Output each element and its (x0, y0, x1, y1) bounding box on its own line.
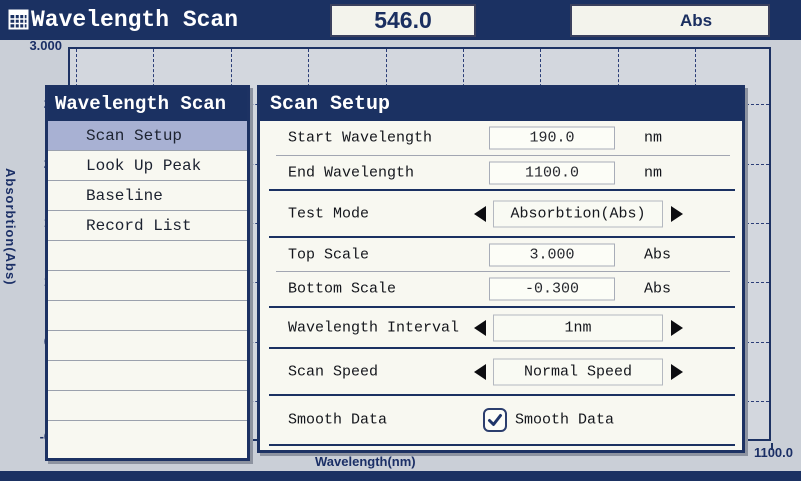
bottom-scale-label: Bottom Scale (288, 281, 396, 298)
scan-speed-label: Scan Speed (288, 363, 378, 380)
test-mode-prev-arrow-icon[interactable] (474, 206, 486, 222)
scan-speed-row: Scan Speed Normal Speed (260, 349, 742, 394)
end-wavelength-label: End Wavelength (288, 164, 414, 181)
start-wavelength-row: Start Wavelength 190.0 nm (260, 121, 742, 155)
interval-prev-arrow-icon[interactable] (474, 320, 486, 336)
menu-item-baseline[interactable]: Baseline (48, 181, 247, 211)
y-tick-label: 3.000 (0, 39, 62, 53)
setup-panel-title: Scan Setup (260, 88, 742, 121)
instrument-screen: Absorbtion(Abs) 3.000 2.5 2.0 1.5 1.0 0.… (0, 0, 801, 481)
menu-empty-row (48, 301, 247, 331)
wavelength-scan-menu-panel: Wavelength Scan Scan Setup Look Up Peak … (45, 85, 250, 461)
scan-speed-next-arrow-icon[interactable] (671, 364, 683, 380)
wavelength-interval-label: Wavelength Interval (288, 319, 459, 336)
smooth-data-checkbox-label: Smooth Data (515, 412, 614, 429)
bottom-scale-row: Bottom Scale -0.300 Abs (260, 272, 742, 306)
smooth-data-label: Smooth Data (288, 412, 387, 429)
end-wavelength-unit: nm (644, 164, 662, 181)
test-mode-row: Test Mode Absorbtion(Abs) (260, 191, 742, 236)
menu-item-look-up-peak[interactable]: Look Up Peak (48, 151, 247, 181)
menu-empty-row (48, 361, 247, 391)
bottom-scale-unit: Abs (644, 281, 671, 298)
menu-empty-row (48, 331, 247, 361)
menu-empty-row (48, 391, 247, 421)
menu-item-record-list[interactable]: Record List (48, 211, 247, 241)
app-title: Wavelength Scan (31, 0, 238, 40)
check-icon (486, 411, 504, 429)
wavelength-value: 546.0 (374, 7, 432, 34)
start-wavelength-unit: nm (644, 130, 662, 147)
current-wavelength-display: 546.0 nm (330, 4, 476, 37)
smooth-data-checkbox[interactable] (483, 408, 507, 432)
title-bar: Wavelength Scan 546.0 nm Abs (0, 0, 801, 40)
top-scale-unit: Abs (644, 246, 671, 263)
test-mode-select[interactable]: Absorbtion(Abs) (493, 200, 663, 227)
top-scale-row: Top Scale 3.000 Abs (260, 238, 742, 271)
smooth-data-row: Smooth Data Smooth Data (260, 396, 742, 444)
scan-speed-prev-arrow-icon[interactable] (474, 364, 486, 380)
divider (269, 444, 735, 446)
scan-setup-panel: Scan Setup Start Wavelength 190.0 nm End… (257, 85, 745, 453)
menu-empty-row (48, 241, 247, 271)
test-mode-next-arrow-icon[interactable] (671, 206, 683, 222)
start-wavelength-label: Start Wavelength (288, 130, 432, 147)
test-mode-label: Test Mode (288, 205, 369, 222)
menu-empty-row (48, 271, 247, 301)
wavelength-interval-select[interactable]: 1nm (493, 314, 663, 341)
menu-panel-title: Wavelength Scan (48, 88, 247, 121)
menu-item-scan-setup[interactable]: Scan Setup (48, 121, 247, 151)
bottom-scale-input[interactable]: -0.300 (489, 278, 615, 301)
x-axis-title: Wavelength(nm) (315, 454, 416, 469)
scan-speed-select[interactable]: Normal Speed (493, 358, 663, 385)
mode-value: Abs (680, 11, 712, 31)
wavelength-interval-row: Wavelength Interval 1nm (260, 308, 742, 347)
top-scale-input[interactable]: 3.000 (489, 243, 615, 266)
top-scale-label: Top Scale (288, 246, 369, 263)
interval-next-arrow-icon[interactable] (671, 320, 683, 336)
start-wavelength-input[interactable]: 190.0 (489, 127, 615, 150)
end-wavelength-input[interactable]: 1100.0 (489, 161, 615, 184)
end-wavelength-row: End Wavelength 1100.0 nm (260, 156, 742, 189)
bottom-bar (0, 471, 801, 481)
table-grid-icon (8, 9, 29, 30)
photometric-mode-display: Abs (570, 4, 770, 37)
